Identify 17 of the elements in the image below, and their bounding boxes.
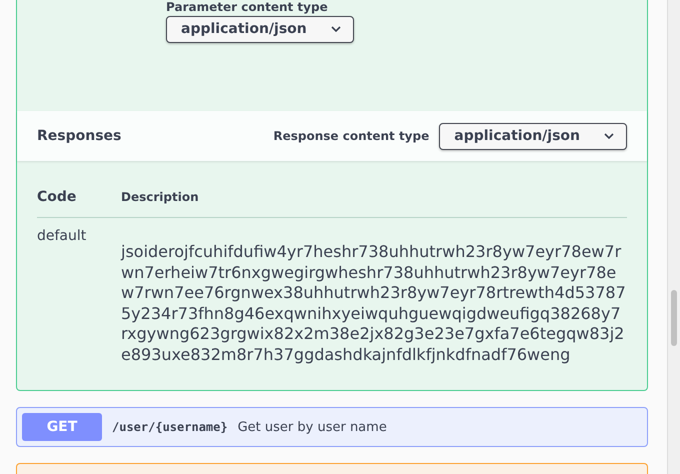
method-badge: GET [22,413,102,442]
response-content-type-select[interactable]: application/json [439,122,627,150]
column-header: Description [121,190,199,204]
parameter-content-type-label: Parameter content type [166,0,328,14]
response-description: jsoiderojfcuhifdufiw4yr7heshr738uhhutrwh23r8yw7eyr78ew7rwn7erheiw7tr6nxgwegirgwheshr738uhhutrwh23r8yw7eyr78ew7rwn7ee76rgnwex38uhhutrwh23r8yw7eyr78rtrewth4d537875y234r73fhn8g46exqwnihxyeiwquhguewqigdweufigq38268y7rxgywng623grgwix82x2m38e2jx82g3e23e7gxfa7e6tegqw83j2e893uxe832m8r7h37ggdashdkajnfdlkfjnkdfnadf76weng [121,242,627,365]
scrollbar-thumb[interactable] [671,290,677,346]
responses-title: Responses [37,128,122,144]
column-header: Code [37,189,78,205]
operation-path: /user/{username} [112,420,228,434]
response-content-type-label: Response content type [273,129,430,143]
operation-summary: Get user by user name [238,420,387,435]
response-code: default [37,228,88,246]
chevron-down-icon [604,132,614,138]
parameter-content-type-select[interactable]: application/json [166,16,354,43]
operation-row[interactable]: GET /user/{username} Get user by user name [16,407,648,448]
scrollbar[interactable] [667,0,680,474]
chevron-down-icon [330,26,341,32]
